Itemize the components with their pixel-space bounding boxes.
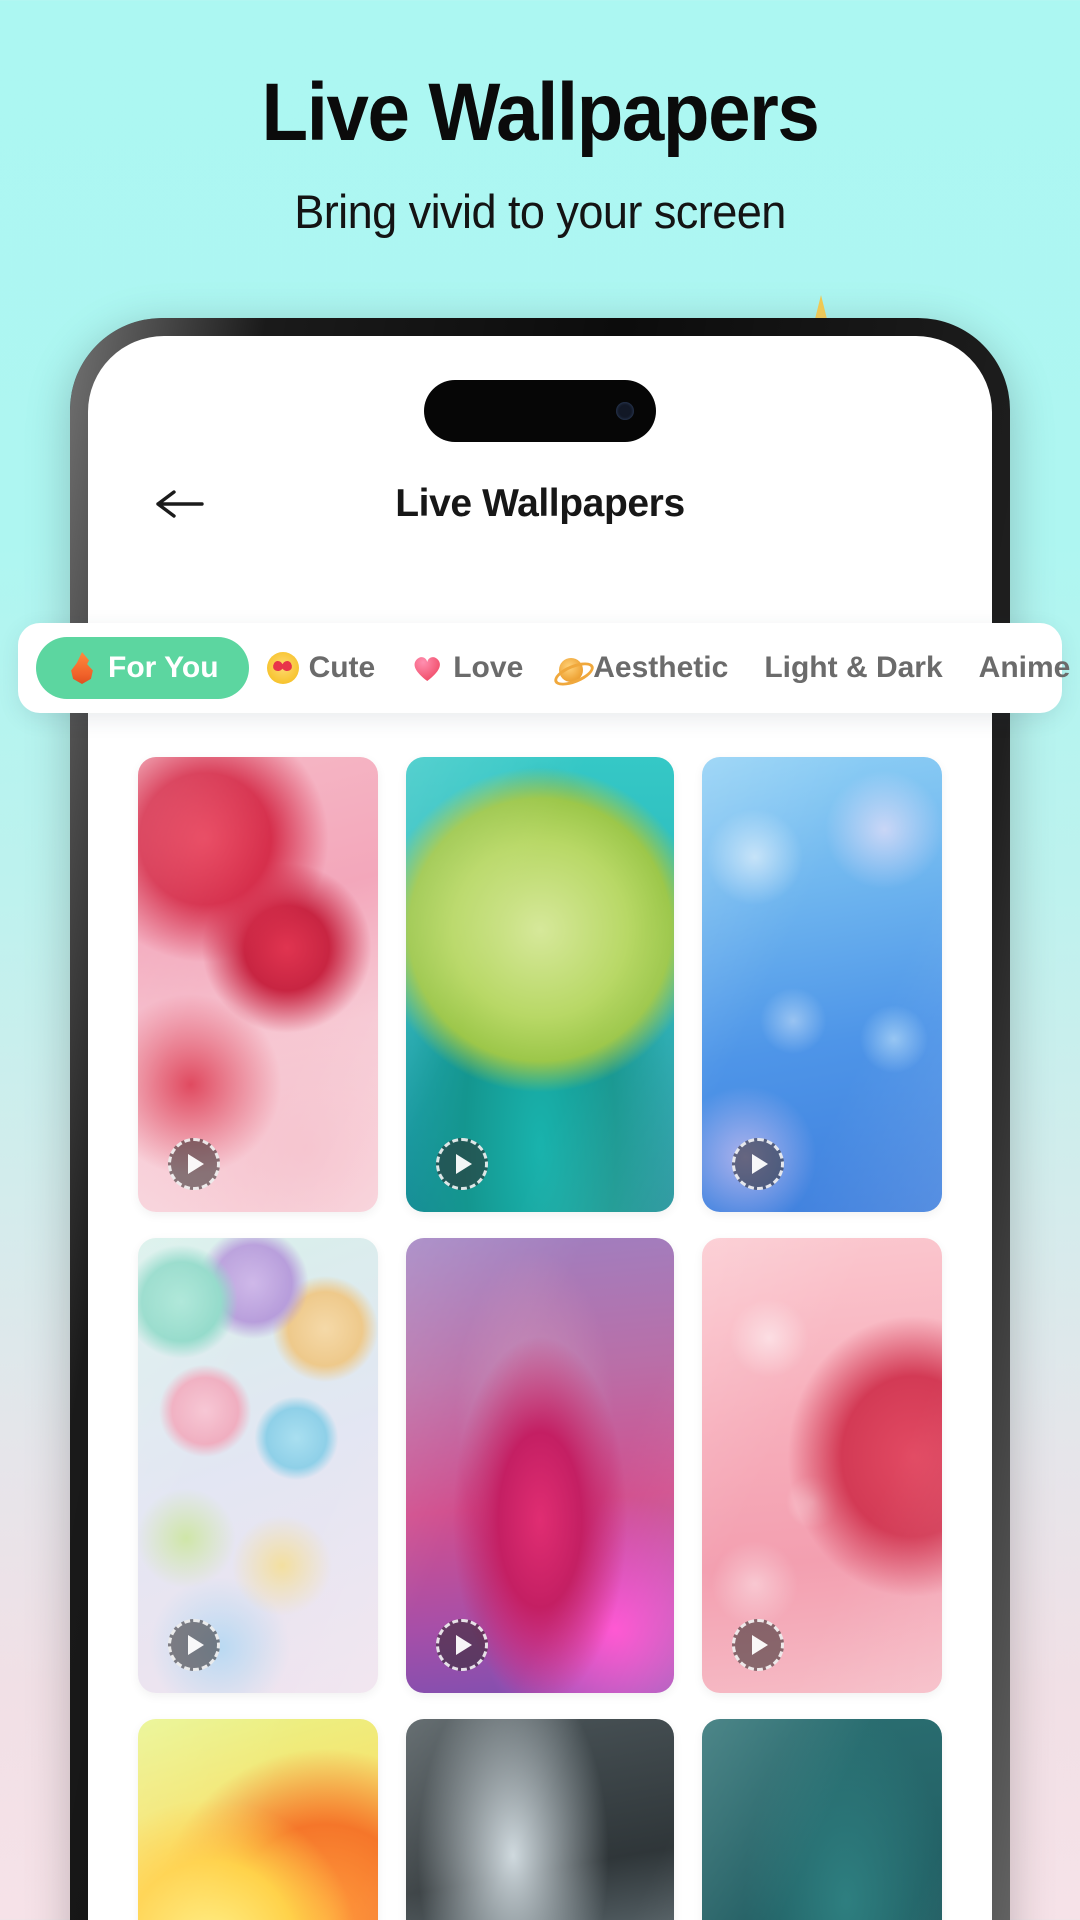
play-triangle-icon [456, 1635, 472, 1655]
play-triangle-icon [188, 1154, 204, 1174]
tab-label: Light & Dark [764, 651, 943, 684]
promo-title: Live Wallpapers [261, 67, 820, 158]
play-icon[interactable] [436, 1619, 488, 1671]
wallpaper-watermelon[interactable] [702, 1238, 942, 1693]
tab-label: Anime [978, 651, 1071, 684]
wallpaper-bubbles[interactable] [702, 757, 942, 1212]
back-button[interactable] [148, 473, 210, 535]
tab-anime[interactable]: Anime [961, 637, 1080, 699]
card-sheen [702, 1238, 942, 1693]
dynamic-island [424, 380, 656, 442]
play-icon[interactable] [732, 1619, 784, 1671]
wallpaper-lips[interactable] [406, 1238, 674, 1693]
play-icon[interactable] [732, 1138, 784, 1190]
card-sheen [138, 757, 378, 1212]
wallpaper-green-apple[interactable] [406, 757, 674, 1212]
tab-cute[interactable]: Cute [249, 637, 394, 699]
play-icon[interactable] [168, 1138, 220, 1190]
saturn-icon [559, 658, 584, 682]
tab-label: Love [453, 651, 524, 684]
tab-love[interactable]: Love [393, 637, 541, 699]
tab-for-you[interactable]: For You [36, 637, 249, 699]
front-camera-icon [616, 402, 634, 420]
play-triangle-icon [456, 1154, 472, 1174]
app-bar: Live Wallpapers [88, 458, 992, 550]
promo-subtitle: Bring vivid to your screen [294, 185, 786, 238]
heart-icon [411, 652, 443, 684]
heart-eyes-icon [266, 652, 299, 684]
wallpaper-balloons[interactable] [138, 1238, 378, 1693]
wallpaper-teal[interactable] [702, 1719, 942, 1920]
card-sheen [702, 1719, 942, 1920]
arrow-left-icon [156, 490, 204, 518]
play-triangle-icon [752, 1635, 768, 1655]
card-sheen [702, 757, 942, 1212]
card-sheen [406, 1719, 674, 1920]
tab-aesthetic[interactable]: Aesthetic [541, 637, 746, 699]
category-tab-strip[interactable]: For You Cute Love Aesthetic Light & Dark… [18, 623, 1070, 713]
card-sheen [138, 1238, 378, 1693]
tab-label: Cute [308, 651, 376, 684]
tab-label: Aesthetic [593, 651, 729, 684]
wallpaper-grid [0, 757, 1080, 1920]
wallpaper-citrus[interactable] [138, 1719, 378, 1920]
tab-light-and-dark[interactable]: Light & Dark [746, 637, 960, 699]
wallpaper-dark[interactable] [406, 1719, 674, 1920]
card-sheen [138, 1719, 378, 1920]
play-triangle-icon [752, 1154, 768, 1174]
promo-header: Live Wallpapers Bring vivid to your scre… [0, 0, 1080, 239]
tab-label: For You [108, 651, 219, 684]
play-triangle-icon [188, 1635, 204, 1655]
play-icon[interactable] [168, 1619, 220, 1671]
wallpaper-strawberry[interactable] [138, 757, 378, 1212]
page-title: Live Wallpapers [395, 482, 685, 525]
fire-icon [71, 652, 93, 684]
play-icon[interactable] [436, 1138, 488, 1190]
